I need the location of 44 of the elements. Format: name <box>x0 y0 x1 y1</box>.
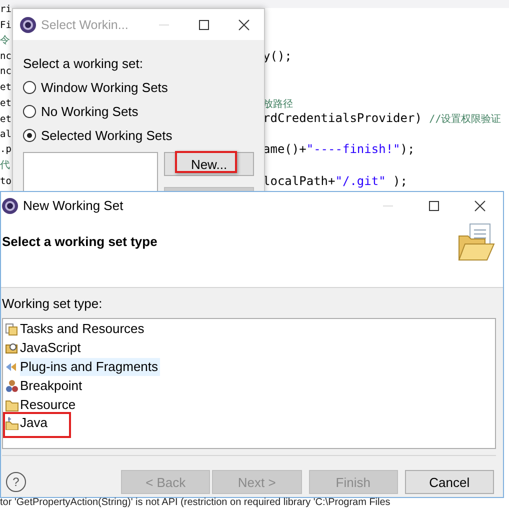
app-icon <box>19 16 37 34</box>
code-text: localPath+"/.git" ); <box>263 174 409 190</box>
code-text: .p <box>0 143 12 158</box>
code-text: 令 <box>0 34 10 48</box>
maximize-icon <box>428 200 440 212</box>
java-icon <box>5 416 19 430</box>
javascript-icon <box>5 341 19 356</box>
code-text: et <box>0 80 12 95</box>
heading-text: Select a working set type <box>2 234 158 249</box>
close-icon <box>474 200 486 212</box>
code-text: 代 <box>0 158 10 173</box>
code-text: al <box>0 128 12 142</box>
type-item[interactable]: Resource <box>20 396 78 414</box>
code-text: nc <box>0 50 12 64</box>
list-label: Working set type: <box>2 296 104 312</box>
type-item[interactable]: Plug-ins and Fragments <box>20 358 160 376</box>
code-text: rdCredentialsProvider) //设置权限验证 <box>263 111 502 128</box>
window-title: Select Workin... <box>41 18 128 32</box>
radio-option[interactable]: Selected Working Sets <box>23 123 254 147</box>
tasks-icon <box>5 322 19 336</box>
code-text: ame()+"----finish!"); <box>263 142 416 158</box>
code-text: nc <box>0 65 12 80</box>
breakpoint-icon <box>5 378 19 393</box>
type-item[interactable]: Tasks and Resources <box>20 320 146 338</box>
maximize-icon <box>198 18 210 30</box>
type-item[interactable]: Breakpoint <box>20 376 84 395</box>
problem-message: tor 'GetPropertyAction(String)' is not API (restriction on required library 'C:\Program Files <box>0 498 390 508</box>
help-button[interactable]: ? <box>6 472 26 492</box>
code-text: et <box>0 112 12 127</box>
type-item[interactable]: JavaScript <box>20 339 83 358</box>
close-icon <box>238 18 250 30</box>
app-icon <box>1 196 19 214</box>
code-text: to <box>0 174 12 189</box>
resource-icon <box>5 398 19 412</box>
code-text: et <box>0 97 12 112</box>
radio-option[interactable]: No Working Sets <box>23 99 254 123</box>
type-item[interactable]: Java <box>20 414 50 432</box>
prompt-label: Select a working set: <box>23 55 144 73</box>
window-title: New Working Set <box>23 198 124 213</box>
folder-document-icon <box>457 222 495 262</box>
wizard-button[interactable]: Cancel <box>404 470 494 494</box>
radio-option[interactable]: Window Working Sets <box>23 75 254 99</box>
code-text: Fi <box>0 18 12 33</box>
code-text: ri <box>0 3 12 17</box>
